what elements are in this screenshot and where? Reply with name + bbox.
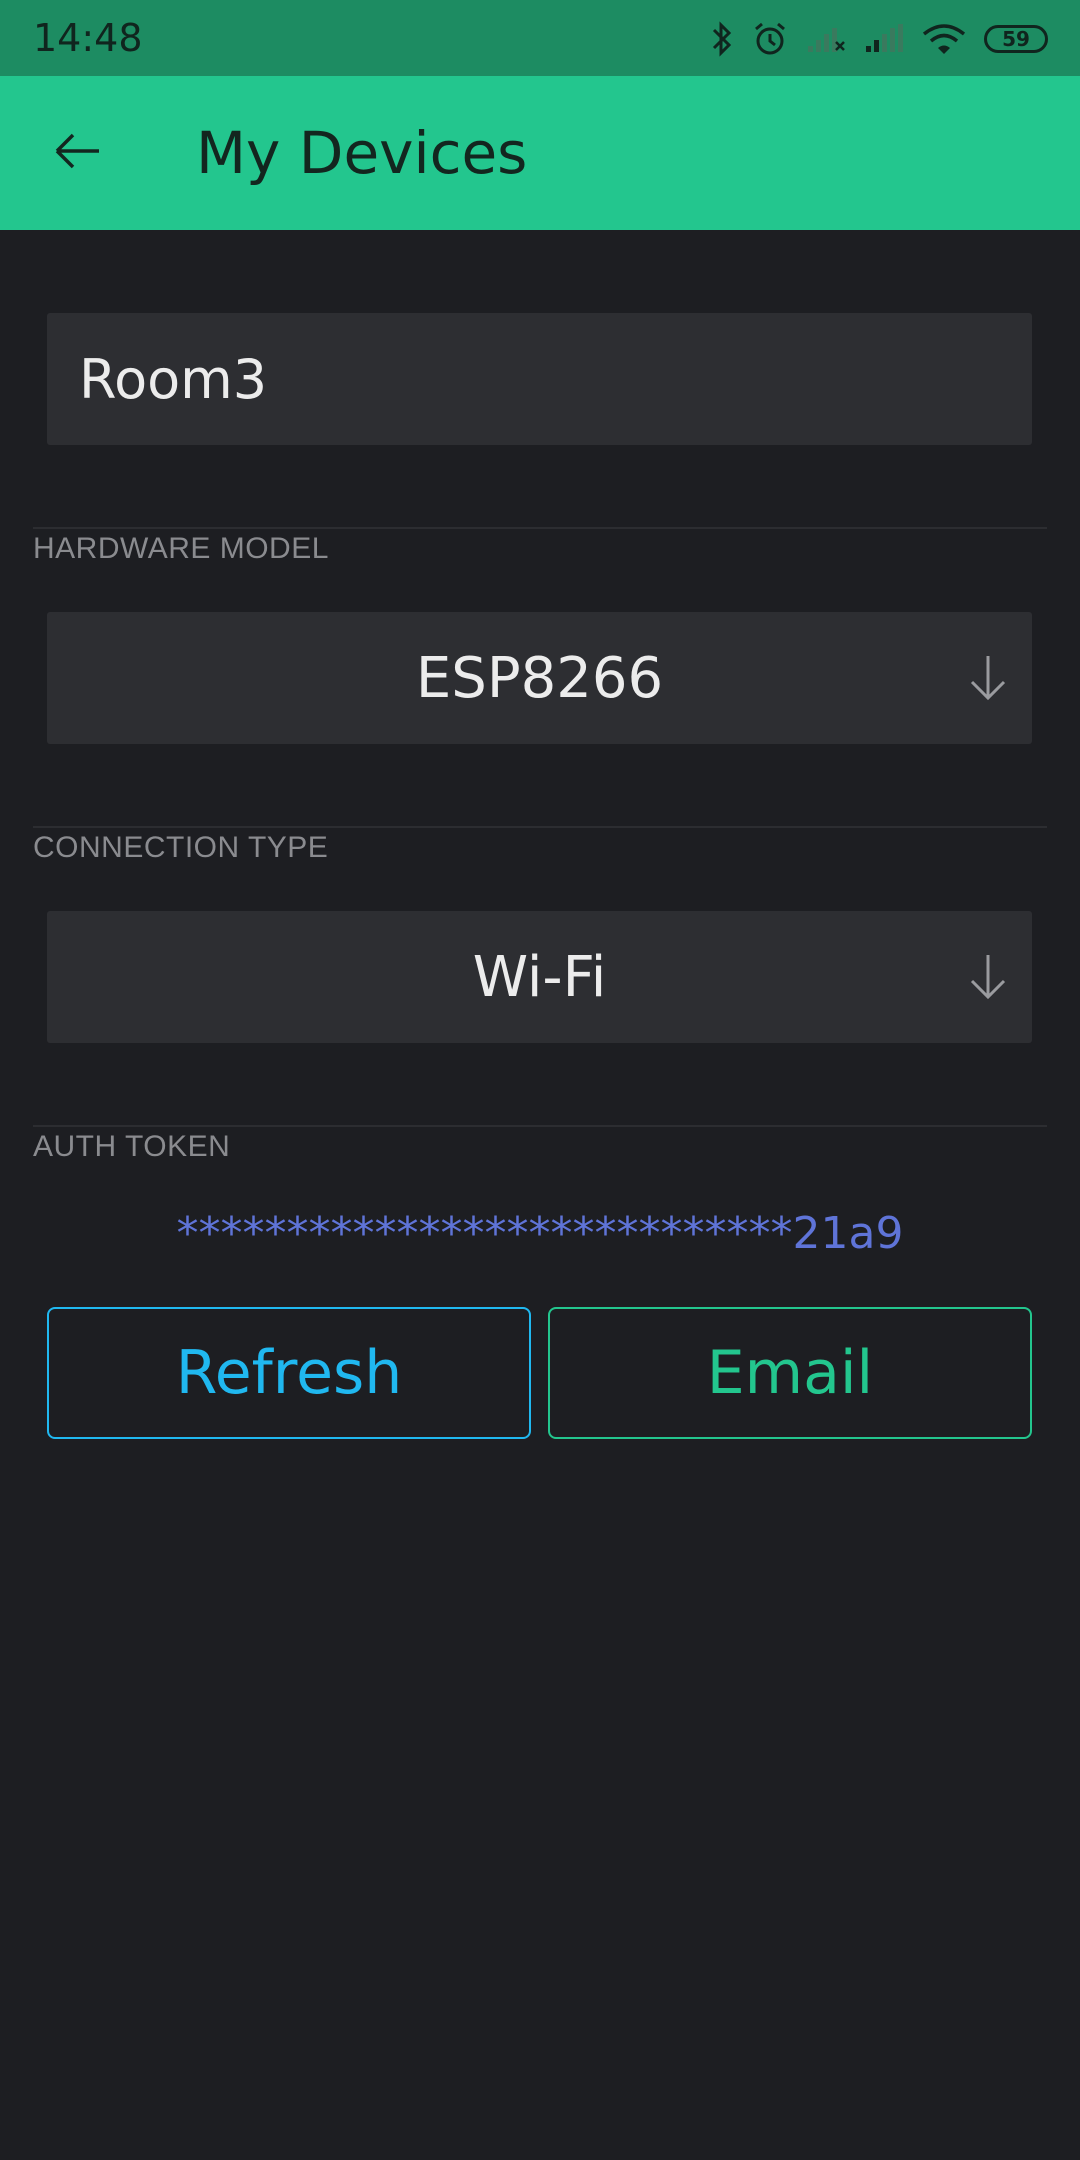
auth-token-value[interactable]: ****************************21a9: [0, 1208, 1080, 1259]
connection-type-value: Wi-Fi: [472, 944, 607, 1010]
hardware-model-label: HARDWARE MODEL: [33, 532, 329, 565]
bluetooth-icon: [710, 21, 734, 57]
status-time: 14:48: [33, 16, 143, 60]
divider: [33, 527, 1047, 529]
email-button[interactable]: Email: [548, 1307, 1032, 1439]
status-icons: 59: [710, 18, 1048, 60]
alarm-icon: [752, 21, 788, 57]
status-bar: 14:48 59: [0, 0, 1080, 76]
arrow-down-icon: [968, 654, 1008, 706]
signal-none-icon: [806, 24, 846, 54]
back-button[interactable]: [40, 116, 114, 190]
divider: [33, 1125, 1047, 1127]
wifi-icon: [922, 23, 966, 55]
page-title: My Devices: [196, 119, 528, 187]
auth-token-label: AUTH TOKEN: [33, 1130, 231, 1163]
hardware-model-dropdown[interactable]: ESP8266: [47, 612, 1032, 744]
arrow-left-icon: [53, 131, 101, 175]
battery-icon: 59: [984, 25, 1048, 53]
divider: [33, 826, 1047, 828]
hardware-model-value: ESP8266: [415, 645, 664, 711]
app-bar: My Devices: [0, 76, 1080, 230]
signal-icon: [864, 24, 904, 54]
device-name-input[interactable]: [79, 347, 979, 411]
connection-type-dropdown[interactable]: Wi-Fi: [47, 911, 1032, 1043]
connection-type-label: CONNECTION TYPE: [33, 831, 329, 864]
device-name-field[interactable]: [47, 313, 1032, 445]
arrow-down-icon: [968, 953, 1008, 1005]
refresh-button[interactable]: Refresh: [47, 1307, 531, 1439]
